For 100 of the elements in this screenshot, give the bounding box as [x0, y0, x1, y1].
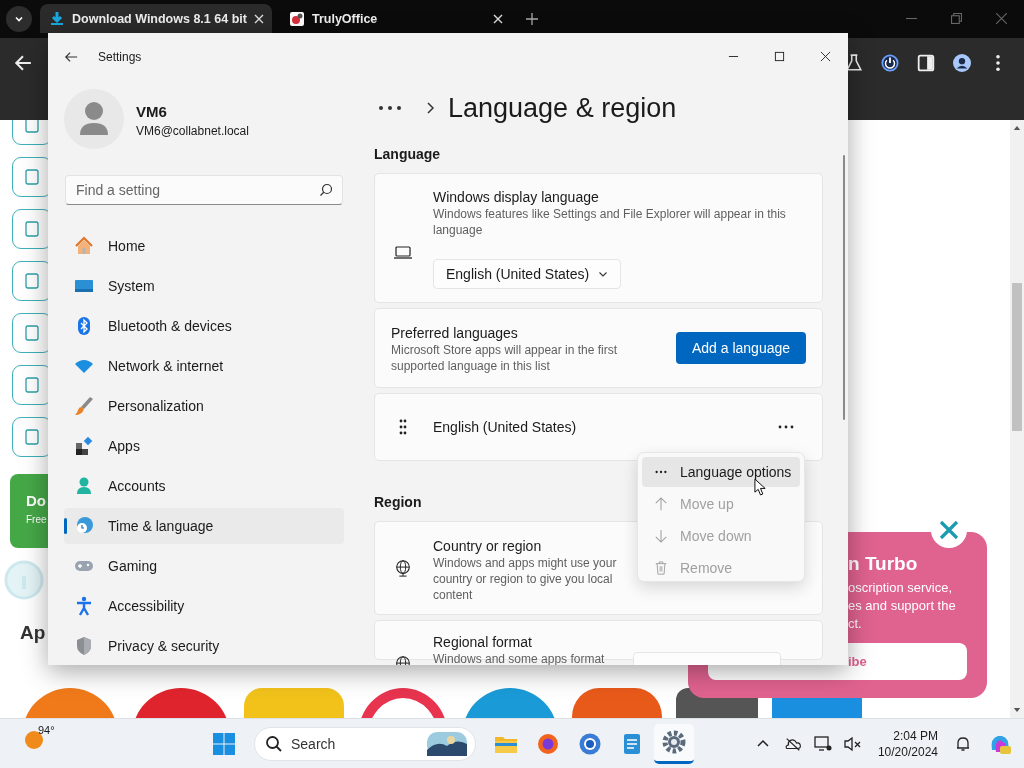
mouse-cursor	[754, 478, 767, 497]
nav-item[interactable]: Network & internet	[64, 348, 344, 384]
bell-icon[interactable]	[954, 735, 972, 752]
setting-description: Windows and apps might use your country or region to give you local content	[433, 555, 618, 603]
chrome-icon[interactable]	[578, 731, 602, 756]
document-icon	[22, 120, 42, 135]
search-field[interactable]: Search	[254, 726, 476, 761]
cloud-off-icon[interactable]	[783, 735, 802, 752]
accessibility-icon	[74, 596, 94, 616]
section-heading: Language	[374, 145, 441, 164]
scrollbar-thumb[interactable]	[1012, 283, 1022, 431]
clock-date: 10/20/2024	[877, 743, 938, 760]
menu-item[interactable]: Language options	[642, 457, 800, 487]
firefox-icon[interactable]	[536, 731, 560, 756]
profile-icon[interactable]	[953, 54, 971, 72]
arrow-up-icon	[654, 497, 668, 511]
setting-title: Windows display language	[433, 188, 600, 206]
nav-item[interactable]: System	[64, 268, 344, 304]
nav-item[interactable]: Accounts	[64, 468, 344, 504]
menu-item: Move down	[642, 521, 800, 551]
close-icon	[938, 519, 960, 541]
restore-icon[interactable]	[951, 13, 962, 24]
office-logo-icon	[289, 10, 305, 27]
globe-icon	[393, 559, 413, 577]
setting-description: Microsoft Store apps will appear in the first supported language in this list	[391, 342, 619, 374]
user-name: VM6	[136, 102, 168, 120]
nav-item[interactable]: Personalization	[64, 388, 344, 424]
sidebar-icon[interactable]	[917, 54, 935, 72]
document-icon	[22, 375, 42, 395]
nav-item[interactable]: Apps	[64, 428, 344, 464]
setting-title: Preferred languages	[391, 324, 519, 342]
laptop-icon	[393, 244, 413, 262]
arrow-down-icon	[654, 529, 668, 543]
person-icon	[74, 476, 94, 496]
display-icon[interactable]	[813, 735, 832, 752]
add-language-button[interactable]: Add a language	[676, 332, 806, 364]
search-icon	[265, 734, 283, 753]
chevron-down-icon	[598, 269, 608, 279]
document-icon	[22, 219, 42, 239]
search-field[interactable]: Find a setting	[65, 175, 343, 205]
popup-text: ct.	[848, 615, 862, 633]
download-icon	[49, 10, 65, 27]
language-name: English (United States)	[433, 418, 577, 436]
home-icon	[74, 236, 94, 256]
close-icon[interactable]	[820, 51, 831, 62]
scroll-down-icon[interactable]	[1013, 707, 1021, 714]
document-icon	[22, 271, 42, 291]
document-icon	[22, 323, 42, 343]
more-icon[interactable]	[778, 425, 794, 429]
drag-handle-icon[interactable]	[399, 419, 407, 435]
menu-item: Remove	[642, 553, 800, 583]
scrollbar-thumb[interactable]	[843, 155, 845, 420]
back-arrow-icon[interactable]	[64, 49, 78, 64]
page-title: Language & region	[448, 92, 677, 124]
chevron-down-icon	[14, 14, 24, 24]
browser-tab[interactable]: TrulyOffice	[280, 4, 512, 33]
setting-title: Country or region	[433, 537, 543, 555]
language-dropdown[interactable]: English (United States)	[433, 259, 621, 289]
trash-icon	[654, 561, 668, 575]
windows-logo-icon[interactable]	[212, 731, 236, 756]
more-icon[interactable]	[378, 105, 402, 111]
nav-item[interactable]: Home	[64, 228, 344, 264]
temperature: 94°	[38, 724, 55, 736]
setting-description: Windows and some apps format	[433, 651, 605, 665]
tab-search-button[interactable]	[6, 6, 32, 32]
settings-taskbar-button[interactable]	[654, 723, 694, 764]
back-arrow-icon[interactable]	[14, 54, 32, 72]
plus-icon[interactable]	[526, 13, 538, 25]
apps-icon	[74, 436, 94, 456]
document-icon	[22, 427, 42, 447]
info-icon	[4, 560, 44, 600]
globe-clock-icon	[74, 516, 94, 536]
popup-text: oscription service,	[848, 579, 953, 597]
nav-item[interactable]: Privacy & security	[64, 628, 344, 664]
scroll-up-icon[interactable]	[1013, 124, 1021, 131]
section-heading: Region	[374, 493, 422, 512]
nav-item[interactable]: Gaming	[64, 548, 344, 584]
popup-text: es and support the	[848, 597, 956, 615]
brush-icon	[74, 396, 94, 416]
nav-item[interactable]: Time & language	[64, 508, 344, 544]
gear-icon	[662, 730, 686, 754]
search-icon	[319, 183, 333, 197]
shield-icon	[74, 636, 94, 656]
volume-muted-icon[interactable]	[843, 735, 862, 752]
flask-icon[interactable]	[845, 54, 863, 72]
chevron-right-icon	[426, 102, 434, 114]
clock-time: 2:04 PM	[893, 727, 938, 744]
user-email: VM6@collabnet.local	[136, 123, 249, 138]
maximize-icon[interactable]	[774, 51, 785, 62]
section-heading: Ap	[20, 622, 47, 644]
popup-title: n Turbo	[848, 553, 918, 575]
nav-item[interactable]: Accessibility	[64, 588, 344, 624]
power-icon[interactable]	[881, 54, 899, 72]
avatar-icon	[64, 89, 124, 149]
nav-item[interactable]: Bluetooth & devices	[64, 308, 344, 344]
document-icon	[22, 167, 42, 187]
setting-title: Regional format	[433, 633, 533, 651]
setting-description: Windows features like Settings and File Explorer will appear in this language	[433, 206, 787, 238]
browser-tab[interactable]: Download Windows 8.1 64 bit	[40, 4, 272, 33]
window-title: Settings	[98, 49, 142, 64]
